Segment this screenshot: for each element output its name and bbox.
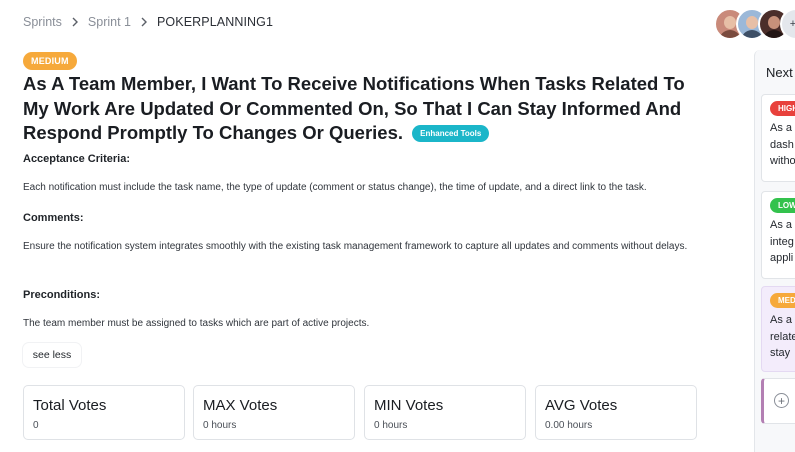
next-story-text: As a integ appli xyxy=(770,219,794,264)
next-stories-panel: Next HIGH As a dash witho LOW As a integ… xyxy=(754,50,795,452)
participant-avatars[interactable]: +2 xyxy=(714,8,795,40)
chevron-right-icon xyxy=(140,17,148,27)
acceptance-criteria-text: Each notification must include the task … xyxy=(23,182,647,193)
priority-badge: MEDIUM xyxy=(23,52,77,70)
vote-card-label: AVG Votes xyxy=(545,397,618,414)
breadcrumb-current: POKERPLANNING1 xyxy=(157,15,274,29)
story-tag: Enhanced Tools xyxy=(412,125,490,142)
add-story-button[interactable]: + xyxy=(761,378,795,424)
preconditions-text: The team member must be assigned to task… xyxy=(23,318,370,329)
comments-heading: Comments: xyxy=(23,212,84,224)
plus-circle-icon: + xyxy=(774,393,789,408)
breadcrumb-sprints-link[interactable]: Sprints xyxy=(23,15,62,29)
acceptance-criteria-heading: Acceptance Criteria: xyxy=(23,153,130,165)
story-title: As A Team Member, I Want To Receive Noti… xyxy=(23,72,703,146)
vote-card-value: 0 hours xyxy=(374,420,408,431)
max-votes-card: MAX Votes 0 hours xyxy=(193,385,355,440)
vote-card-label: MAX Votes xyxy=(203,397,278,414)
vote-card-value: 0 xyxy=(33,420,39,431)
next-story-text: As a relate stay xyxy=(770,314,795,359)
breadcrumb: Sprints Sprint 1 POKERPLANNING1 xyxy=(23,15,273,29)
chevron-right-icon xyxy=(71,17,79,27)
next-story-text: As a dash witho xyxy=(770,122,795,167)
preconditions-heading: Preconditions: xyxy=(23,289,101,301)
see-less-button[interactable]: see less xyxy=(23,343,81,367)
priority-badge: LOW xyxy=(770,198,795,213)
next-story-card[interactable]: LOW As a integ appli xyxy=(761,191,795,279)
avg-votes-card: AVG Votes 0.00 hours xyxy=(535,385,697,440)
min-votes-card: MIN Votes 0 hours xyxy=(364,385,526,440)
vote-card-value: 0.00 hours xyxy=(545,420,593,431)
total-votes-card: Total Votes 0 xyxy=(23,385,185,440)
vote-card-value: 0 hours xyxy=(203,420,237,431)
priority-badge: HIGH xyxy=(770,101,795,116)
breadcrumb-sprint-link[interactable]: Sprint 1 xyxy=(88,15,131,29)
next-panel-title: Next xyxy=(766,65,793,80)
next-story-card-active[interactable]: MEDIUM As a relate stay xyxy=(761,286,795,372)
story-title-text: As A Team Member, I Want To Receive Noti… xyxy=(23,73,685,143)
next-story-card[interactable]: HIGH As a dash witho xyxy=(761,94,795,182)
vote-card-label: Total Votes xyxy=(33,397,107,414)
vote-card-label: MIN Votes xyxy=(374,397,444,414)
priority-badge: MEDIUM xyxy=(770,293,795,308)
comments-text: Ensure the notification system integrate… xyxy=(23,241,688,252)
